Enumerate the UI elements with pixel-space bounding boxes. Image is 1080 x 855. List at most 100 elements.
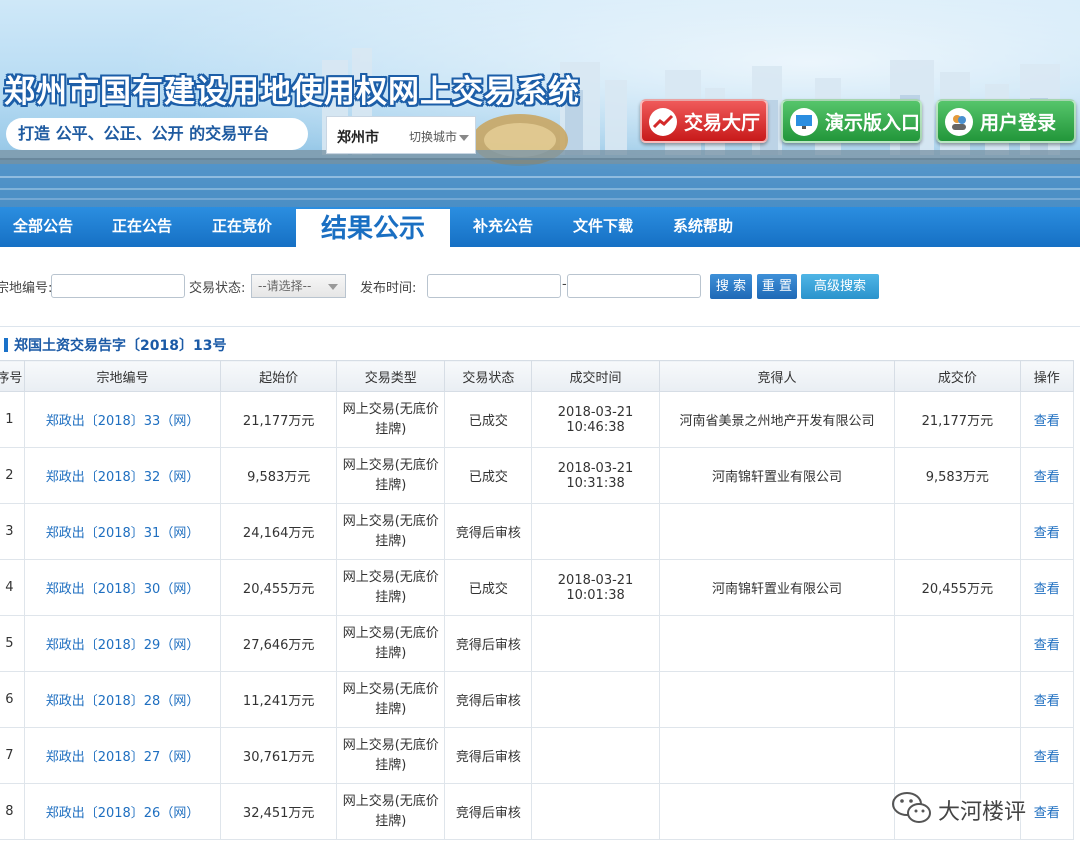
table-row: 7 郑政出〔2018〕27（网） 30,761万元 网上交易(无底价 挂牌) 竞得… — [0, 727, 1075, 784]
city-selector[interactable]: 郑州市 切换城市 — [326, 116, 476, 154]
cell-type: 网上交易(无底价 挂牌) — [336, 391, 446, 448]
reset-button[interactable]: 重 置 — [757, 274, 797, 299]
cell-final-price: 9,583万元 — [894, 447, 1021, 504]
date-from-input[interactable] — [427, 274, 561, 298]
cell-lot-link[interactable]: 郑政出〔2018〕27（网） — [23, 727, 222, 784]
chevron-down-icon — [459, 134, 470, 141]
cell-lot-link[interactable]: 郑政出〔2018〕30（网） — [23, 559, 222, 616]
cell-no: 6 — [0, 671, 25, 728]
cell-type: 网上交易(无底价 挂牌) — [336, 783, 446, 840]
view-link[interactable]: 查看 — [1019, 615, 1075, 672]
col-header-final-price: 成交价 — [894, 360, 1021, 392]
cell-status: 已成交 — [444, 391, 533, 448]
type-line2: 挂牌) — [375, 421, 407, 437]
wechat-icon — [892, 792, 931, 823]
advanced-search-button[interactable]: 高级搜索 — [801, 274, 879, 299]
view-link[interactable]: 查看 — [1019, 391, 1075, 448]
site-title: 郑州市国有建设用地使用权网上交易系统 — [4, 74, 580, 110]
cell-status: 已成交 — [444, 447, 533, 504]
cell-time: 2018-03-21 10:01:38 — [531, 559, 660, 616]
cell-type: 网上交易(无底价 挂牌) — [336, 727, 446, 784]
trading-hall-button[interactable]: 交易大厅 — [640, 99, 768, 143]
title-marker — [4, 338, 8, 352]
cell-no: 8 — [0, 783, 25, 840]
col-header-start-price: 起始价 — [220, 360, 338, 392]
cell-start-price: 24,164万元 — [220, 503, 338, 560]
cell-final-price: 20,455万元 — [894, 559, 1021, 616]
cell-lot-link[interactable]: 郑政出〔2018〕31（网） — [23, 503, 222, 560]
lot-number-input[interactable] — [51, 274, 185, 298]
type-line2: 挂牌) — [375, 813, 407, 829]
type-line1: 网上交易(无底价 — [342, 625, 439, 641]
nav-all-announcements[interactable]: 全部公告 — [0, 207, 86, 247]
cell-start-price: 9,583万元 — [220, 447, 338, 504]
site-slogan: 打造 公平、公正、公开 的交易平台 — [6, 118, 308, 150]
status-label: 交易状态: — [189, 281, 246, 296]
cell-lot-link[interactable]: 郑政出〔2018〕26（网） — [23, 783, 222, 840]
cell-status: 竞得后审核 — [444, 727, 533, 784]
switch-city-link[interactable]: 切换城市 — [409, 128, 470, 145]
type-line1: 网上交易(无底价 — [342, 401, 439, 417]
current-city: 郑州市 — [337, 130, 379, 146]
cell-final-price — [894, 615, 1021, 672]
cell-winner — [658, 615, 896, 672]
cell-final-price: 21,177万元 — [894, 391, 1021, 448]
view-link[interactable]: 查看 — [1019, 783, 1075, 840]
search-button[interactable]: 搜 索 — [710, 274, 752, 299]
cell-time: 2018-03-21 10:31:38 — [531, 447, 660, 504]
cell-winner — [658, 671, 896, 728]
cell-time — [531, 727, 660, 784]
date-separator: - — [562, 277, 567, 292]
cell-start-price: 32,451万元 — [220, 783, 338, 840]
cell-lot-link[interactable]: 郑政出〔2018〕29（网） — [23, 615, 222, 672]
view-link[interactable]: 查看 — [1019, 727, 1075, 784]
view-link[interactable]: 查看 — [1019, 447, 1075, 504]
cell-lot-link[interactable]: 郑政出〔2018〕33（网） — [23, 391, 222, 448]
cell-no: 1 — [0, 391, 25, 448]
col-header-no: 序号 — [0, 360, 25, 392]
type-line1: 网上交易(无底价 — [342, 737, 439, 753]
status-select[interactable]: --请选择-- — [251, 274, 346, 298]
monitor-icon — [790, 108, 818, 136]
user-login-button[interactable]: 用户登录 — [936, 99, 1076, 143]
type-line1: 网上交易(无底价 — [342, 681, 439, 697]
cell-time: 2018-03-21 10:46:38 — [531, 391, 660, 448]
col-header-status: 交易状态 — [444, 360, 533, 392]
table-row: 2 郑政出〔2018〕32（网） 9,583万元 网上交易(无底价 挂牌) 已成交… — [0, 447, 1075, 504]
search-bar: 宗地编号: 交易状态: --请选择-- 发布时间: - 搜 索 重 置 高级搜索 — [0, 268, 1080, 308]
demo-entry-button[interactable]: 演示版入口 — [781, 99, 922, 143]
cell-start-price: 21,177万元 — [220, 391, 338, 448]
col-header-type: 交易类型 — [336, 360, 446, 392]
nav-help[interactable]: 系统帮助 — [659, 207, 747, 247]
cell-time — [531, 671, 660, 728]
nav-bidding[interactable]: 正在竞价 — [198, 207, 286, 247]
date-to-input[interactable] — [567, 274, 701, 298]
publish-date-label: 发布时间: — [360, 281, 417, 296]
cell-lot-link[interactable]: 郑政出〔2018〕32（网） — [23, 447, 222, 504]
nav-supplementary[interactable]: 补充公告 — [459, 207, 547, 247]
cell-winner — [658, 783, 896, 840]
view-link[interactable]: 查看 — [1019, 503, 1075, 560]
view-link[interactable]: 查看 — [1019, 559, 1075, 616]
cell-winner: 河南锦轩置业有限公司 — [658, 447, 896, 504]
user-login-label: 用户登录 — [980, 112, 1057, 134]
type-line1: 网上交易(无底价 — [342, 513, 439, 529]
demo-entry-label: 演示版入口 — [825, 112, 921, 134]
chevron-down-icon — [328, 284, 338, 290]
announcement-title-text: 郑国土资交易告字〔2018〕13号 — [14, 338, 227, 354]
view-link[interactable]: 查看 — [1019, 671, 1075, 728]
header-banner: 郑州市国有建设用地使用权网上交易系统 打造 公平、公正、公开 的交易平台 郑州市… — [0, 0, 1080, 207]
cell-start-price: 11,241万元 — [220, 671, 338, 728]
table-header-row: 序号 宗地编号 起始价 交易类型 交易状态 成交时间 竞得人 成交价 操作 — [0, 360, 1075, 392]
status-selected-value: --请选择-- — [258, 279, 312, 293]
table-row: 4 郑政出〔2018〕30（网） 20,455万元 网上交易(无底价 挂牌) 已成… — [0, 559, 1075, 616]
cell-type: 网上交易(无底价 挂牌) — [336, 559, 446, 616]
col-header-lot: 宗地编号 — [23, 360, 222, 392]
cell-status: 竞得后审核 — [444, 615, 533, 672]
cell-final-price — [894, 727, 1021, 784]
cell-lot-link[interactable]: 郑政出〔2018〕28（网） — [23, 671, 222, 728]
nav-announcing[interactable]: 正在公告 — [98, 207, 186, 247]
table-row: 6 郑政出〔2018〕28（网） 11,241万元 网上交易(无底价 挂牌) 竞得… — [0, 671, 1075, 728]
nav-results[interactable]: 结果公示 — [296, 209, 450, 250]
nav-downloads[interactable]: 文件下载 — [559, 207, 647, 247]
